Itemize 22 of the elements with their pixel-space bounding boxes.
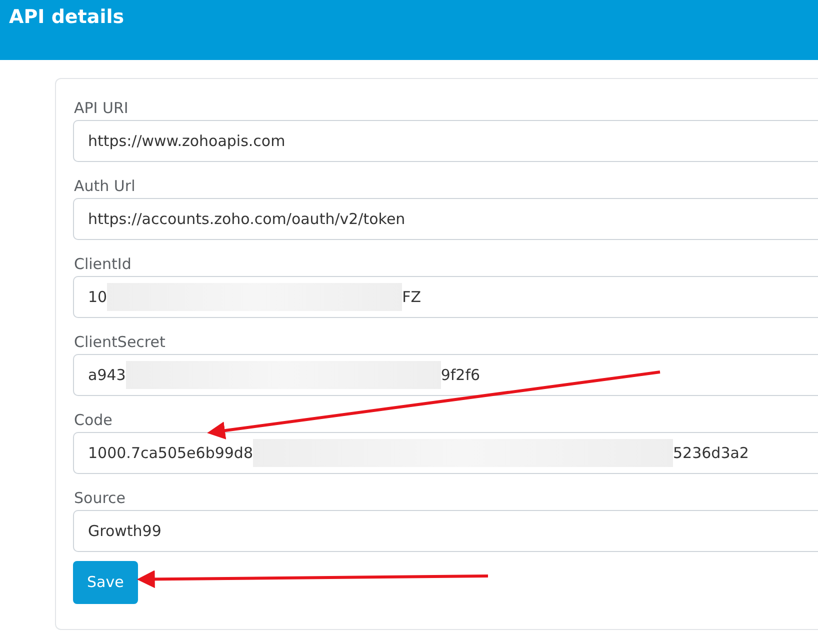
input-field[interactable]: Growth99 [73, 510, 818, 552]
field-value: FZ [402, 286, 421, 308]
input-field[interactable]: https://www.zohoapis.com [73, 120, 818, 162]
field-label: ClientId [74, 254, 132, 275]
field-value: a943 [88, 364, 126, 386]
field-value: 5236d3a2 [673, 442, 749, 464]
field-value: https://www.zohoapis.com [88, 130, 286, 152]
field-label: Auth Url [74, 176, 136, 197]
input-field[interactable]: 10 FZ [73, 276, 818, 318]
field-value: 9f2f6 [440, 364, 480, 386]
input-field[interactable]: 1000.7ca505e6b99d8 5236d3a2 [73, 432, 818, 474]
field-value: https://accounts.zoho.com/oauth/v2/token [88, 208, 406, 230]
field-value: 1000.7ca505e6b99d8 [88, 442, 253, 464]
field-value: 10 [88, 286, 108, 308]
field-label: Source [74, 488, 127, 509]
field-value: Growth99 [88, 520, 162, 542]
input-field[interactable]: a943 9f2f6 [73, 354, 818, 396]
field-label: ClientSecret [74, 332, 166, 353]
field-label: Code [74, 410, 114, 431]
input-field[interactable]: https://accounts.zoho.com/oauth/v2/token [73, 198, 818, 240]
page-title: API details [9, 5, 126, 30]
field-label: API URI [74, 98, 130, 119]
